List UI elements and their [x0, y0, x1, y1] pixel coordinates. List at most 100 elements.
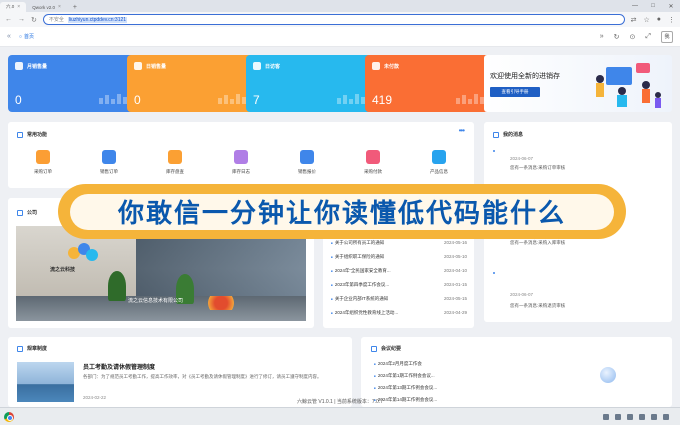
- meetings-title: 会议纪要: [381, 346, 402, 352]
- timeline-dot: [493, 150, 495, 152]
- avatar[interactable]: 我: [661, 30, 673, 43]
- maximize-icon[interactable]: □: [644, 3, 662, 9]
- grid-icon: [17, 131, 23, 138]
- profile-icon[interactable]: ●: [657, 16, 661, 24]
- more-options-icon[interactable]: •••: [459, 126, 465, 135]
- tray-icon[interactable]: [651, 413, 657, 420]
- function-sales-order[interactable]: 销售订单: [89, 150, 129, 175]
- lock-icon[interactable]: ⊙: [630, 33, 636, 41]
- refresh-icon[interactable]: ↻: [614, 33, 620, 41]
- inventory-log-icon: [234, 150, 248, 164]
- stat-icon: [15, 62, 23, 70]
- expand-icon[interactable]: »: [600, 33, 604, 40]
- section-title: 公司: [17, 209, 37, 216]
- company-brand-text: 流之云科技: [50, 267, 76, 273]
- notice-row[interactable]: 2023年第四季度工作会议... 2024-01-15: [331, 282, 467, 288]
- browser-tab-active[interactable]: 六.0 ×: [0, 2, 27, 12]
- my-messages-title: 我的消息: [503, 132, 524, 138]
- floating-assistant-icon[interactable]: [600, 367, 616, 383]
- forward-icon[interactable]: →: [18, 16, 25, 23]
- guide-manual-button[interactable]: 查看引导手册: [490, 87, 540, 97]
- message-date: 2024-06-07: [510, 156, 534, 161]
- meeting-row[interactable]: 2024年第1期工作例会会议...: [374, 373, 435, 379]
- close-window-icon[interactable]: ✕: [662, 3, 680, 10]
- function-purchase-payment[interactable]: 采购付款: [353, 150, 393, 175]
- stat-card-daily-visitors[interactable]: 日访客 7: [246, 55, 383, 112]
- stat-label: 未付款: [384, 63, 400, 70]
- message-item[interactable]: 2024-06-07 您有一条消息:采购订单审核: [510, 156, 565, 171]
- stat-icon: [372, 62, 380, 70]
- collapse-sidebar-icon[interactable]: «: [7, 33, 11, 40]
- sales-order-icon: [102, 150, 116, 164]
- close-tab-icon[interactable]: ×: [58, 4, 61, 10]
- notice-row[interactable]: 2024年组织党性教育线上活动... 2024-04-29: [331, 310, 467, 316]
- notice-date: 2024-05-16: [443, 240, 467, 245]
- stat-card-daily-sales[interactable]: 日销售量 0: [127, 55, 264, 112]
- security-label[interactable]: 不安全: [49, 16, 64, 23]
- breadcrumb[interactable]: ○ 首页: [18, 33, 34, 41]
- fullscreen-icon[interactable]: ⤢: [645, 33, 651, 41]
- stat-value: 419: [372, 93, 393, 107]
- window-controls: — □ ✕: [626, 0, 680, 12]
- tray-icon[interactable]: [603, 413, 609, 420]
- tray-icon[interactable]: [663, 413, 669, 420]
- meeting-row[interactable]: 2024年2月月度工作会: [374, 361, 422, 367]
- function-product-info[interactable]: 产品信息: [419, 150, 459, 175]
- notice-row[interactable]: 关于组织职工保险的通知 2024-05-10: [331, 254, 467, 260]
- message-item[interactable]: 2024-06-07 您有一条消息:采购退货审核: [510, 292, 565, 309]
- welcome-title: 欢迎使用全新的进销存: [490, 73, 560, 80]
- office-photo: 流之云科技 流之云信息技术有限公司: [16, 226, 306, 321]
- bookmark-star-icon[interactable]: ☆: [643, 16, 649, 24]
- translate-icon[interactable]: ⇄: [631, 16, 637, 24]
- browser-actions: ⇄ ☆ ● ⋮: [631, 16, 675, 24]
- notice-row[interactable]: 关于公司所有员工的通知 2024-05-16: [331, 240, 467, 246]
- notice-row[interactable]: 2024年“全民国家安全教育... 2024-04-10: [331, 268, 467, 274]
- photo-caption: 流之云信息技术有限公司: [128, 298, 184, 304]
- reload-icon[interactable]: ↻: [31, 16, 37, 24]
- tray-icon[interactable]: [639, 413, 645, 420]
- common-functions-card: 常用功能 ••• 采购订单 销售订单 库存盘查 库存日志 销售报价 采购付款 产…: [8, 122, 474, 188]
- notice-date: 2024-01-15: [443, 282, 467, 287]
- bell-icon: [493, 131, 499, 138]
- app-header: « ○ 首页 » ↻ ⊙ ⤢ 我: [0, 27, 680, 47]
- glass-partition: [136, 236, 306, 296]
- stat-card-monthly-sales[interactable]: 月销售量 0: [8, 55, 145, 112]
- tray-icon[interactable]: [627, 413, 633, 420]
- new-tab-button[interactable]: +: [67, 2, 83, 12]
- common-functions-title: 常用功能: [27, 132, 48, 138]
- function-purchase-order[interactable]: 采购订单: [23, 150, 63, 175]
- more-menu-icon[interactable]: ⋮: [668, 16, 675, 24]
- notice-date: 2024-04-29: [443, 310, 467, 315]
- tray-icon[interactable]: [615, 413, 621, 420]
- address-bar-row: ← → ↻ 不安全 liuzhiyun.ctpddev.cn:3121 ⇄ ☆ …: [0, 12, 680, 27]
- function-label: 销售订单: [100, 169, 118, 174]
- rules-heading[interactable]: 员工考勤及请休假管理制度: [83, 362, 155, 371]
- url-text[interactable]: liuzhiyun.ctpddev.cn:3121: [67, 16, 128, 23]
- function-inventory-log[interactable]: 库存日志: [221, 150, 261, 175]
- function-sales-quote[interactable]: 销售报价: [287, 150, 327, 175]
- message-item[interactable]: 您有一条消息:采购入库审核: [510, 240, 660, 246]
- chrome-icon[interactable]: [4, 411, 14, 422]
- stat-label: 日访客: [265, 63, 281, 70]
- minimize-icon[interactable]: —: [626, 3, 644, 9]
- notice-row[interactable]: 关于企业内部IT系统的通知 2024-05-15: [331, 296, 467, 302]
- notice-date: 2024-05-10: [443, 254, 467, 259]
- message-text: 您有一条消息:采购订单审核: [510, 165, 566, 170]
- flower-pot-icon: [201, 296, 241, 310]
- back-icon[interactable]: ←: [5, 16, 12, 23]
- stat-card-unpaid[interactable]: 未付款 419: [365, 55, 502, 112]
- rules-body: 各部门：为了规范员工考勤工作，提高工作效率，对《员工考勤及请休假管理制度》进行了…: [83, 374, 322, 379]
- function-label: 产品信息: [430, 169, 448, 174]
- tab-title: 六.0: [6, 4, 15, 9]
- function-label: 销售报价: [298, 169, 316, 174]
- breadcrumb-home[interactable]: 首页: [24, 33, 34, 40]
- url-field[interactable]: 不安全 liuzhiyun.ctpddev.cn:3121: [42, 14, 625, 25]
- overlay-banner: 你敢信一分钟让你读懂低代码能什么: [58, 184, 626, 239]
- function-label: 库存日志: [232, 169, 250, 174]
- meeting-row[interactable]: 2024年第13期工作例会会议...: [374, 385, 437, 391]
- section-title: 规章制度: [17, 345, 47, 352]
- browser-tab-qwork[interactable]: Qwork v2.0 ×: [26, 2, 67, 12]
- home-icon: ○: [18, 33, 22, 40]
- function-inventory-check[interactable]: 库存盘查: [155, 150, 195, 175]
- close-tab-icon[interactable]: ×: [17, 4, 20, 10]
